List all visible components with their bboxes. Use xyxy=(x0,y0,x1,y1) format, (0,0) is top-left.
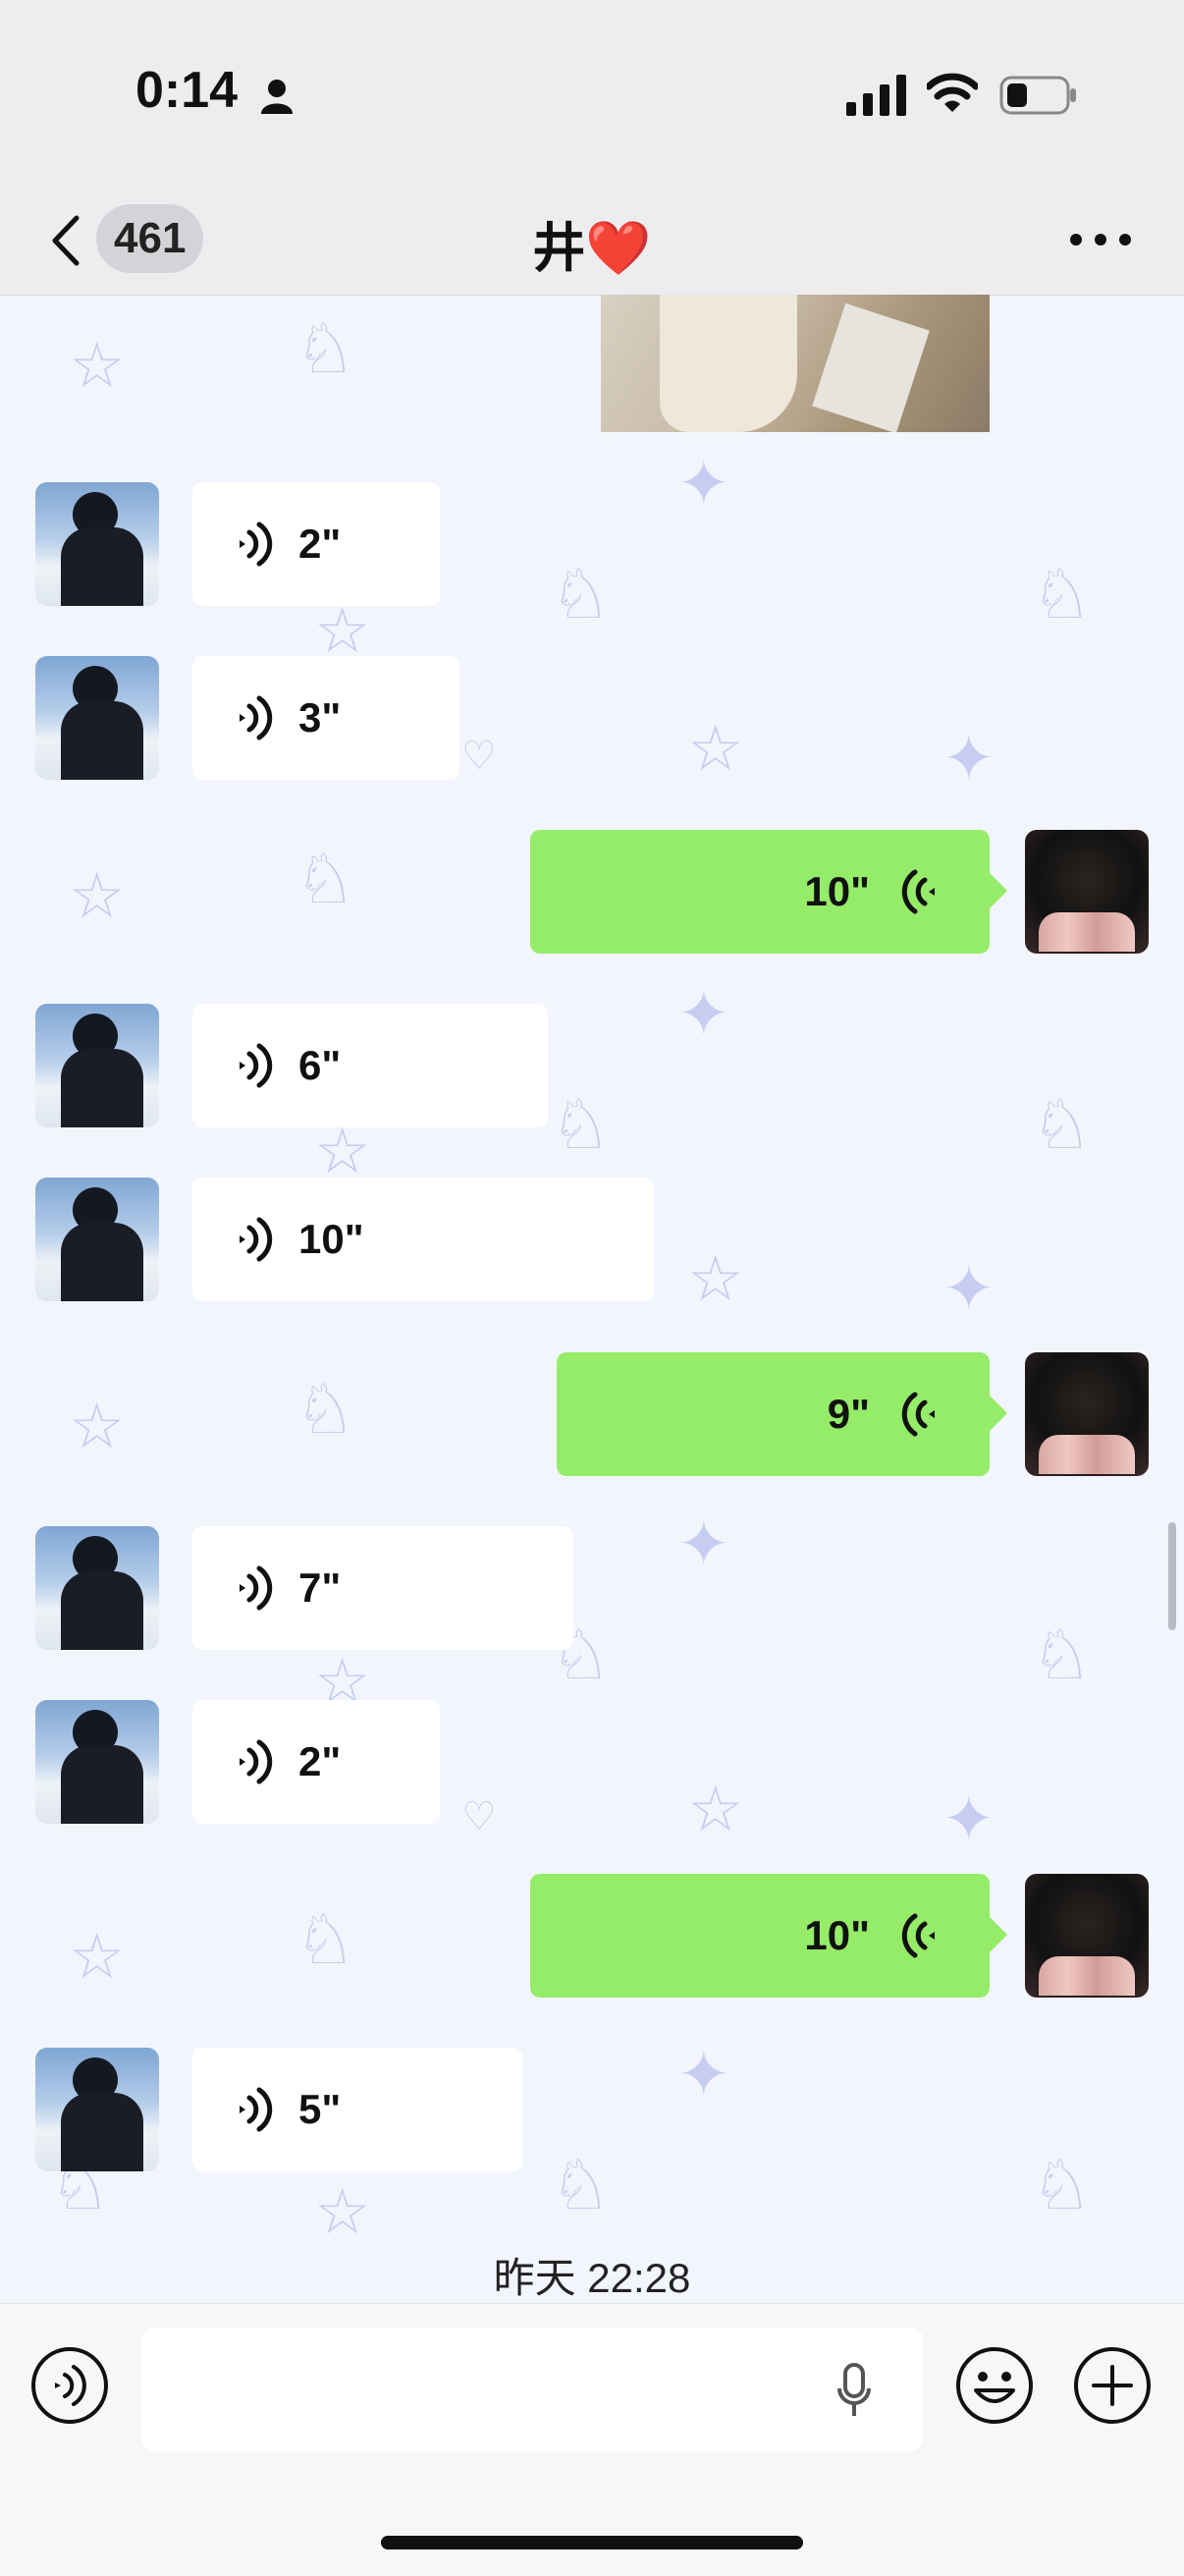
scrollbar[interactable] xyxy=(1168,1522,1176,1630)
voice-duration: 10" xyxy=(804,868,870,914)
voice-wave-icon xyxy=(240,1565,273,1611)
star-decoration: ✦ xyxy=(942,1253,996,1324)
sheep-decoration: ♘ xyxy=(295,1371,356,1448)
sheep-decoration: ♘ xyxy=(550,556,612,632)
star-decoration: ✦ xyxy=(677,448,730,519)
mic-icon[interactable] xyxy=(836,2363,872,2418)
my-avatar[interactable] xyxy=(1025,1874,1149,1998)
voice-duration: 5" xyxy=(298,2086,342,2132)
voice-message-incoming[interactable]: 3" xyxy=(192,656,459,780)
voice-message-incoming[interactable]: 10" xyxy=(192,1178,654,1301)
contact-avatar[interactable] xyxy=(35,656,159,780)
voice-duration: 10" xyxy=(804,1912,870,1958)
voice-message-incoming[interactable]: 2" xyxy=(192,1700,440,1824)
sheep-decoration: ♘ xyxy=(295,841,356,917)
star-decoration: ☆ xyxy=(69,1921,126,1992)
voice-wave-icon xyxy=(240,695,273,740)
chat-header: 461 井❤️ xyxy=(0,187,1184,296)
voice-wave-icon xyxy=(240,1217,273,1262)
voice-wave-icon xyxy=(240,521,273,567)
voice-toggle-icon[interactable] xyxy=(29,2345,110,2426)
person-icon xyxy=(261,80,293,114)
star-decoration: ☆ xyxy=(69,330,126,401)
star-decoration: ✦ xyxy=(942,723,996,794)
chat-title: 井❤️ xyxy=(532,219,652,278)
plus-icon[interactable] xyxy=(1072,2345,1153,2426)
heart-decoration: ♡ xyxy=(461,1795,497,1838)
sheep-decoration: ♘ xyxy=(1031,2147,1093,2223)
star-decoration: ☆ xyxy=(69,860,126,931)
voice-wave-icon xyxy=(240,2087,273,2132)
sheep-decoration: ♘ xyxy=(1031,556,1093,632)
star-decoration: ☆ xyxy=(687,1243,744,1314)
star-decoration: ☆ xyxy=(69,1391,126,1461)
contact-avatar[interactable] xyxy=(35,2048,159,2171)
voice-message-incoming[interactable]: 7" xyxy=(192,1526,573,1650)
contact-avatar[interactable] xyxy=(35,1004,159,1127)
voice-message-incoming[interactable]: 6" xyxy=(192,1004,548,1127)
battery-icon xyxy=(999,76,1076,115)
sheep-decoration: ♘ xyxy=(550,2147,612,2223)
sheep-decoration: ♘ xyxy=(295,1901,356,1978)
voice-duration: 2" xyxy=(298,1738,342,1784)
star-decoration: ✦ xyxy=(942,1783,996,1854)
my-avatar[interactable] xyxy=(1025,1352,1149,1476)
contact-avatar[interactable] xyxy=(35,1178,159,1301)
sheep-decoration: ♘ xyxy=(295,310,356,387)
sheep-decoration: ♘ xyxy=(1031,1086,1093,1163)
message-input[interactable] xyxy=(141,2328,923,2451)
star-decoration: ☆ xyxy=(314,2176,371,2247)
emoji-icon[interactable] xyxy=(954,2345,1035,2426)
voice-wave-icon xyxy=(901,1392,935,1437)
voice-message-incoming[interactable]: 2" xyxy=(192,482,440,606)
voice-wave-icon xyxy=(901,869,935,914)
heart-decoration: ♡ xyxy=(461,735,497,778)
contact-avatar[interactable] xyxy=(35,482,159,606)
voice-wave-icon xyxy=(901,1913,935,1958)
status-time: 0:14 xyxy=(135,62,239,119)
voice-wave-icon xyxy=(240,1043,273,1088)
sheep-decoration: ♘ xyxy=(1031,1617,1093,1693)
voice-wave-icon xyxy=(240,1739,273,1784)
wifi-icon xyxy=(927,73,978,112)
voice-duration: 3" xyxy=(298,694,342,740)
home-indicator[interactable] xyxy=(381,2536,803,2549)
voice-duration: 2" xyxy=(298,521,342,567)
star-decoration: ☆ xyxy=(687,713,744,784)
more-icon[interactable] xyxy=(1066,220,1135,259)
my-avatar[interactable] xyxy=(1025,830,1149,954)
voice-message-outgoing[interactable]: 9" xyxy=(557,1352,1007,1476)
voice-duration: 6" xyxy=(298,1042,342,1088)
message-timestamp: 昨天 22:28 xyxy=(493,2255,691,2301)
contact-avatar[interactable] xyxy=(35,1526,159,1650)
voice-duration: 10" xyxy=(298,1216,364,1262)
status-bar: 0:14 xyxy=(0,0,1184,187)
voice-message-incoming[interactable]: 5" xyxy=(192,2048,522,2171)
star-decoration: ✦ xyxy=(677,2039,730,2110)
voice-duration: 7" xyxy=(298,1564,342,1611)
star-decoration: ✦ xyxy=(677,978,730,1049)
photo-message[interactable] xyxy=(601,295,990,432)
contact-avatar[interactable] xyxy=(35,1700,159,1824)
voice-duration: 9" xyxy=(827,1391,870,1437)
star-decoration: ☆ xyxy=(314,1116,371,1186)
star-decoration: ☆ xyxy=(687,1774,744,1844)
voice-message-outgoing[interactable]: 10" xyxy=(530,1874,1007,1998)
signal-icon xyxy=(846,75,906,116)
star-decoration: ✦ xyxy=(677,1508,730,1579)
sheep-decoration: ♘ xyxy=(550,1086,612,1163)
star-decoration: ☆ xyxy=(314,595,371,666)
voice-message-outgoing[interactable]: 10" xyxy=(530,830,1007,954)
